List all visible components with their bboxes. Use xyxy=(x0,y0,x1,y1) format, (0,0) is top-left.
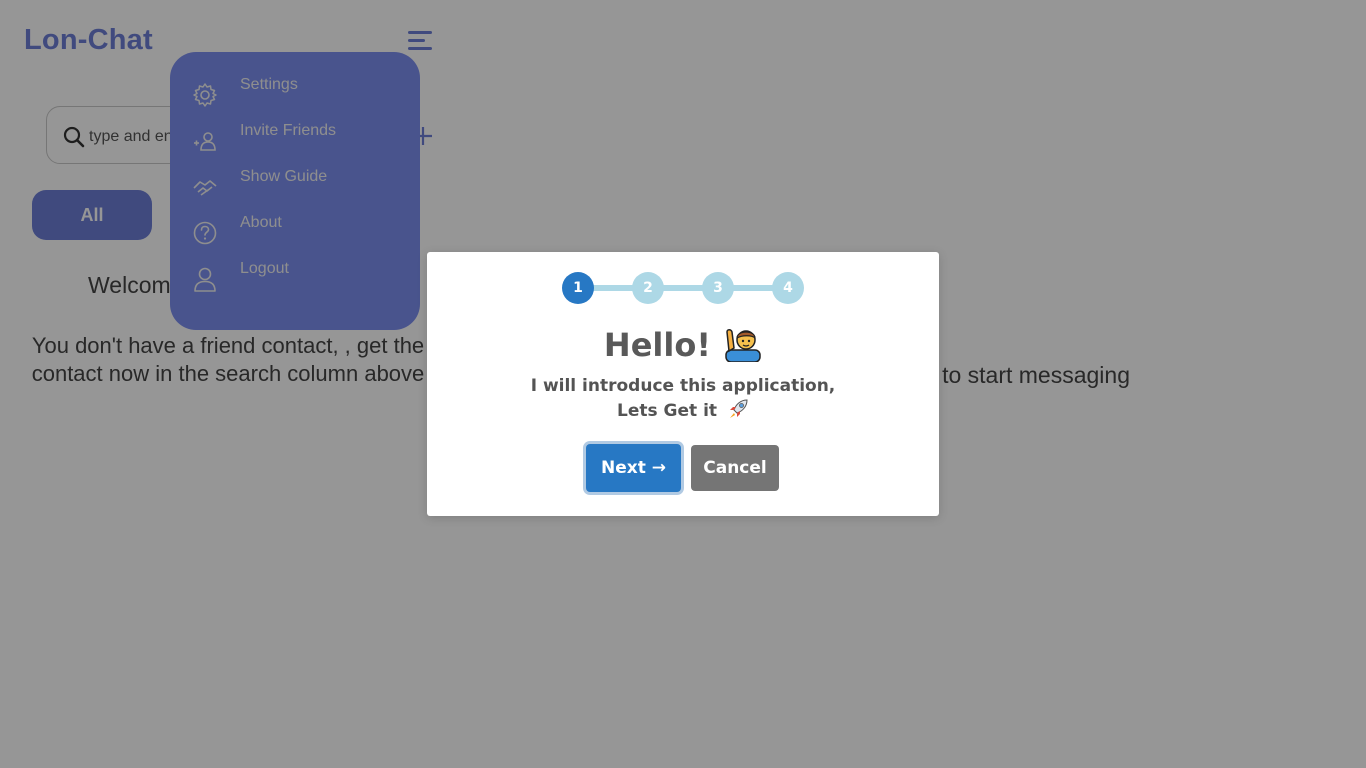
cancel-button[interactable]: Cancel xyxy=(691,445,779,491)
guide-text-line2-row: Lets Get it xyxy=(427,398,939,423)
guide-title: Hello! xyxy=(427,324,939,364)
step-2: 2 xyxy=(632,272,664,304)
next-button[interactable]: Next → xyxy=(586,444,681,492)
guide-text-line2: Lets Get it xyxy=(617,401,718,421)
rocket-icon xyxy=(729,399,748,418)
app-root: Lon-Chat All Welcome You don't have a fr… xyxy=(0,0,1366,768)
step-progress: 1 2 3 4 xyxy=(562,272,804,304)
step-4: 4 xyxy=(772,272,804,304)
step-3: 3 xyxy=(702,272,734,304)
guide-text: I will introduce this application, Lets … xyxy=(427,374,939,423)
guide-title-text: Hello! xyxy=(603,326,711,364)
step-progress-line xyxy=(578,285,788,291)
step-1: 1 xyxy=(562,272,594,304)
person-raising-hand-icon xyxy=(725,329,761,362)
guide-text-line1: I will introduce this application, xyxy=(530,376,836,396)
guide-modal: 1 2 3 4 Hello! I will introduce this app… xyxy=(427,252,939,516)
